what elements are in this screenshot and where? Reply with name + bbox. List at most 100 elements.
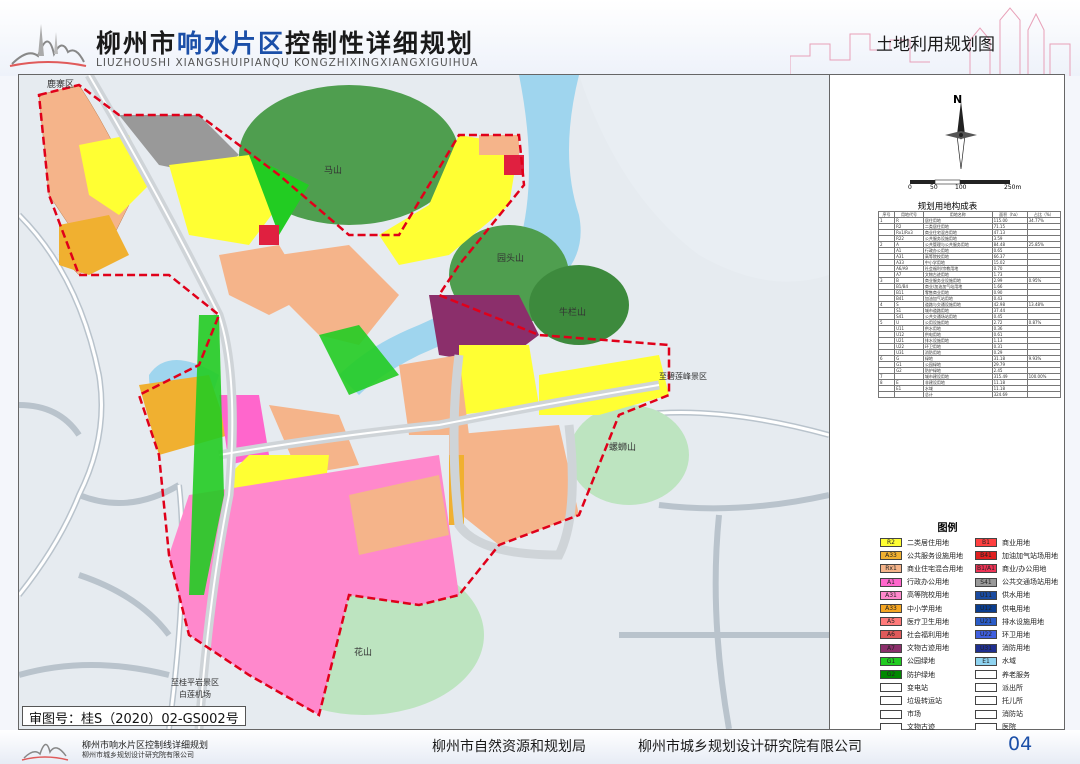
hill-label-5: 花山: [354, 646, 372, 658]
footer-organization-1: 柳州市自然资源和规划局: [432, 739, 586, 755]
legend-swatch: Rx1: [880, 564, 902, 574]
scenic-south-label-2: 白莲机场: [179, 689, 211, 699]
page-title: 柳州市响水片区控制性详细规划: [96, 24, 474, 60]
legend-symbol-icon: [880, 696, 902, 706]
legend-swatch: U11: [975, 590, 997, 600]
city-logo-icon: [9, 24, 87, 67]
table-row: 总计 324.69: [877, 391, 1062, 398]
legend-label: 公园绿地: [907, 657, 935, 666]
legend-label: 中小学用地: [907, 604, 942, 613]
legend-item: 消防站: [975, 709, 1023, 720]
land-use-map: 鹿寨区 马山 园头山 牛栏山 螺蛳山 花山 至碧莲峰景区 至桂平岩景区 白莲机场: [19, 75, 829, 729]
page-number: 04: [1008, 733, 1033, 755]
legend-label: 水域: [1002, 657, 1016, 666]
table-cell: [894, 391, 924, 398]
legend-swatch: A5: [880, 617, 902, 627]
legend-symbol-icon: [880, 683, 902, 693]
legend-label: 供水用地: [1002, 591, 1030, 600]
legend-item: U11 供水用地: [975, 590, 1030, 601]
legend-swatch: E1: [975, 656, 997, 666]
legend-swatch: U31: [975, 643, 997, 653]
legend-swatch: A7: [880, 643, 902, 653]
legend-label: 消防站: [1002, 710, 1023, 719]
table-cell: 324.69: [991, 391, 1028, 398]
legend-label: 公共交通场站用地: [1002, 578, 1058, 587]
legend-label: 垃圾转运站: [907, 696, 942, 705]
legend-label: 商业用地: [1002, 538, 1030, 547]
footer-organization-2: 柳州市城乡规划设计研究院有限公司: [638, 739, 862, 755]
hill-niulanshan: [529, 265, 629, 345]
scale-tick-3: 250m: [1004, 184, 1022, 191]
legend-item: R2 二类居住用地: [880, 537, 949, 548]
legend-item: G1 公园绿地: [880, 656, 935, 667]
legend-swatch: S41: [975, 577, 997, 587]
district-label: 鹿寨区: [47, 78, 74, 90]
legend-item: 变电站: [880, 682, 928, 693]
legend-title: 图例: [937, 523, 958, 534]
hill-label-1: 马山: [324, 165, 342, 176]
parcel-commercial-north: [259, 225, 279, 245]
hill-label-3: 牛栏山: [559, 306, 586, 318]
legend-label: 供电用地: [1002, 604, 1030, 613]
legend-label: 公共服务设施用地: [907, 551, 963, 560]
legend-item: Rx1 商业住宅混合用地: [880, 563, 963, 574]
table-cell: [877, 391, 896, 398]
legend-item: A1 行政办公用地: [880, 577, 949, 588]
legend-swatch: U22: [975, 630, 997, 640]
scenic-south-label-1: 至桂平岩景区: [171, 677, 219, 687]
legend-swatch: A33: [880, 551, 902, 561]
legend-symbol-icon: [975, 696, 997, 706]
legend-label: 市场: [907, 710, 921, 719]
legend-swatch: A1: [880, 577, 902, 587]
title-highlight: 响水片区: [177, 29, 286, 58]
north-arrow-icon: [945, 101, 977, 170]
legend-label: 二类居住用地: [907, 538, 949, 547]
legend-item: A7 文物古迹用地: [880, 643, 949, 654]
legend-label: 防护绿地: [907, 670, 935, 679]
legend-label: 行政办公用地: [907, 578, 949, 587]
legend-item: U12 供电用地: [975, 603, 1030, 614]
legend-swatch: A6: [880, 630, 902, 640]
scale-tick-2: 100: [955, 184, 967, 191]
map-area[interactable]: 鹿寨区 马山 园头山 牛栏山 螺蛳山 花山 至碧莲峰景区 至桂平岩景区 白莲机场: [19, 75, 829, 729]
legend-label: 商业/办公用地: [1002, 564, 1047, 573]
legend-item: 托儿所: [975, 695, 1023, 706]
legend-label: 变电站: [907, 683, 928, 692]
table-cell: [1026, 391, 1062, 398]
hill-label-2: 园头山: [497, 253, 524, 264]
legend-symbol-icon: [975, 670, 997, 679]
legend-item: B1 商业用地: [975, 537, 1030, 548]
legend-swatch: G2: [880, 670, 902, 679]
footer-bar: 柳州市响水片区控制线详细规划 柳州市城乡规划设计研究院有限公司 柳州市自然资源和…: [0, 730, 1080, 764]
legend-item: E1 水域: [975, 656, 1016, 667]
legend-item: A5 医疗卫生用地: [880, 616, 949, 627]
legend-label: 社会福利用地: [907, 630, 949, 639]
legend-item: S41 公共交通场站用地: [975, 577, 1058, 588]
legend-label: 养老服务: [1002, 670, 1030, 679]
legend-label: 派出所: [1002, 683, 1023, 692]
legend-swatch: R2: [880, 538, 902, 547]
legend-label: 加油加气站场用地: [1002, 551, 1058, 560]
legend-swatch: U21: [975, 617, 997, 627]
legend-swatch: A33: [880, 604, 902, 613]
legend-symbol-icon: [975, 709, 997, 719]
legend-item: 养老服务: [975, 669, 1030, 680]
parcel-mixed-ne: [479, 135, 519, 155]
legend-swatch: B1/A1: [975, 564, 997, 574]
title-prefix: 柳州市: [96, 29, 178, 58]
legend-swatch: U12: [975, 604, 997, 613]
legend-item: A33 中小学用地: [880, 603, 942, 614]
header-bar: 柳州市响水片区控制性详细规划 LIUZHOUSHI XIANGSHUIPIANQ…: [0, 0, 1080, 76]
legend-swatch: B41: [975, 551, 997, 561]
legend-item: B41 加油加气站场用地: [975, 550, 1058, 561]
scale-tick-0: 0: [908, 184, 912, 191]
legend-label: 医疗卫生用地: [907, 617, 949, 626]
legend-item: B1/A1 商业/办公用地: [975, 563, 1046, 574]
legend-label: 环卫用地: [1002, 630, 1030, 639]
legend-swatch: B1: [975, 538, 997, 547]
footer-logo-icon: [21, 743, 69, 761]
legend-item: A31 高等院校用地: [880, 590, 949, 601]
legend-label: 托儿所: [1002, 696, 1023, 705]
legend-swatch: G1: [880, 656, 902, 666]
hill-label-4: 螺蛳山: [609, 442, 636, 453]
